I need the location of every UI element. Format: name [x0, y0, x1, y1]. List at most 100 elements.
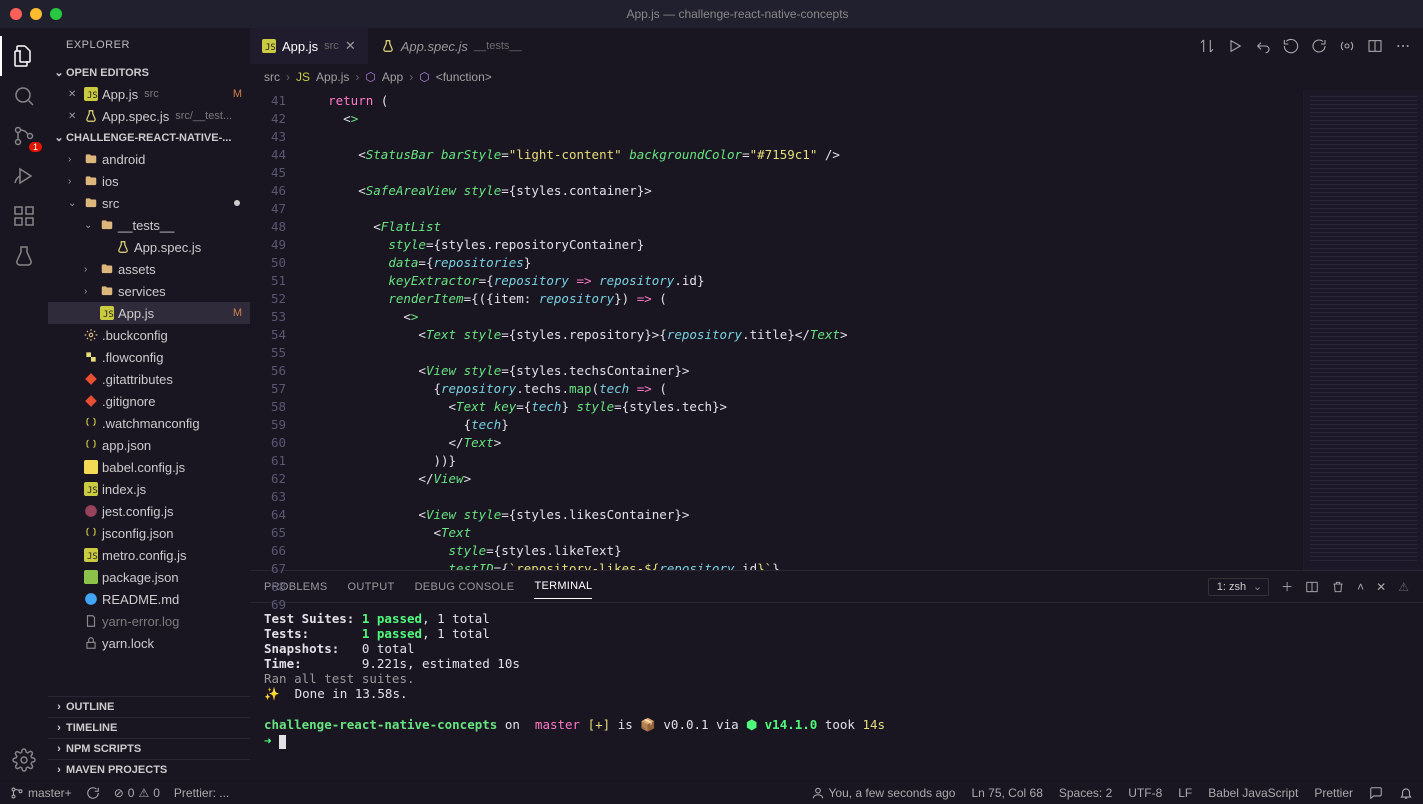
maximize-panel-icon[interactable]: ˄	[1357, 580, 1364, 594]
sidebar: EXPLORER ⌄OPEN EDITORS ✕JSApp.jssrcM✕App…	[48, 28, 250, 780]
section-open-editors-label: OPEN EDITORS	[66, 67, 149, 79]
section-timeline[interactable]: ›TIMELINE	[48, 717, 250, 738]
explorer-icon[interactable]	[0, 36, 48, 76]
folder-item[interactable]: ⌄__tests__	[48, 214, 250, 236]
section-maven-label: MAVEN PROJECTS	[66, 764, 167, 776]
terminal-output[interactable]: Test Suites: 1 passed, 1 total Tests: 1 …	[250, 603, 1423, 780]
settings-gear-icon[interactable]	[0, 740, 48, 780]
file-item[interactable]: .gitattributes	[48, 368, 250, 390]
file-item[interactable]: babel.config.js	[48, 456, 250, 478]
folder-item[interactable]: ›services	[48, 280, 250, 302]
status-eol[interactable]: LF	[1178, 786, 1192, 800]
breadcrumb-1[interactable]: App.js	[316, 70, 349, 84]
more-icon[interactable]	[1395, 38, 1411, 54]
file-item[interactable]: .watchmanconfig	[48, 412, 250, 434]
section-npm-scripts[interactable]: ›NPM SCRIPTS	[48, 738, 250, 759]
split-terminal-icon[interactable]	[1305, 580, 1319, 594]
file-item[interactable]: App.spec.js	[48, 236, 250, 258]
extensions-icon[interactable]	[0, 196, 48, 236]
folder-item[interactable]: ›assets	[48, 258, 250, 280]
section-workspace-label: CHALLENGE-REACT-NATIVE-...	[66, 132, 231, 144]
section-open-editors[interactable]: ⌄OPEN EDITORS	[48, 62, 250, 83]
file-item[interactable]: app.json	[48, 434, 250, 456]
editor-tab[interactable]: JSApp.jssrc✕	[250, 28, 369, 64]
trash-icon[interactable]	[1331, 580, 1345, 594]
status-formatter[interactable]: Prettier	[1314, 786, 1353, 800]
panel-tab-debug[interactable]: DEBUG CONSOLE	[415, 575, 515, 599]
breadcrumb-0[interactable]: src	[264, 70, 280, 84]
status-prettier-left[interactable]: Prettier: ...	[174, 786, 229, 800]
status-sync[interactable]	[86, 786, 100, 800]
folder-item[interactable]: ›android	[48, 148, 250, 170]
close-tab-icon[interactable]: ✕	[345, 38, 356, 54]
breadcrumb-2[interactable]: App	[382, 70, 403, 84]
status-blame[interactable]: You, a few seconds ago	[811, 786, 956, 800]
close-icon[interactable]: ✕	[68, 111, 82, 122]
split-editor-icon[interactable]	[1367, 38, 1383, 54]
test-icon[interactable]	[0, 236, 48, 276]
status-language[interactable]: Babel JavaScript	[1208, 786, 1298, 800]
editor-tab[interactable]: App.spec.js__tests__	[369, 28, 535, 64]
folder-item[interactable]: ›ios	[48, 170, 250, 192]
compare-changes-icon[interactable]	[1199, 38, 1215, 54]
new-terminal-icon[interactable]: ＋	[1281, 578, 1293, 595]
svg-text:JS: JS	[87, 91, 98, 101]
section-npm-label: NPM SCRIPTS	[66, 743, 141, 755]
file-item[interactable]: JSindex.js	[48, 478, 250, 500]
refresh-icon[interactable]	[1311, 38, 1327, 54]
section-outline-label: OUTLINE	[66, 701, 114, 713]
status-branch[interactable]: master+	[10, 786, 72, 800]
code-editor[interactable]: return ( <> <StatusBar barStyle="light-c…	[298, 90, 1303, 570]
folder-item[interactable]: ⌄src	[48, 192, 250, 214]
minimap[interactable]	[1303, 90, 1423, 570]
open-editor-item[interactable]: ✕JSApp.jssrcM	[48, 83, 250, 105]
status-errors: 0	[128, 786, 135, 800]
status-spaces[interactable]: Spaces: 2	[1059, 786, 1112, 800]
status-bar: master+ ⊘0 ⚠0 Prettier: ... You, a few s…	[0, 780, 1423, 804]
editor-tabs: JSApp.jssrc✕App.spec.js__tests__	[250, 28, 1423, 64]
status-problems[interactable]: ⊘0 ⚠0	[114, 786, 160, 800]
window-title: App.js — challenge-react-native-concepts	[62, 7, 1413, 21]
open-editor-item[interactable]: ✕App.spec.jssrc/__test...	[48, 105, 250, 127]
svg-text:JS: JS	[87, 552, 98, 562]
status-cursor[interactable]: Ln 75, Col 68	[971, 786, 1042, 800]
section-outline[interactable]: ›OUTLINE	[48, 696, 250, 717]
loop-icon[interactable]	[1283, 38, 1299, 54]
file-item[interactable]: .flowconfig	[48, 346, 250, 368]
maximize-window-icon[interactable]	[50, 8, 62, 20]
source-control-icon[interactable]: 1	[0, 116, 48, 156]
file-item[interactable]: README.md	[48, 588, 250, 610]
status-encoding[interactable]: UTF-8	[1128, 786, 1162, 800]
file-item[interactable]: .gitignore	[48, 390, 250, 412]
file-item[interactable]: JSmetro.config.js	[48, 544, 250, 566]
status-warnings: 0	[153, 786, 160, 800]
panel-tab-terminal[interactable]: TERMINAL	[534, 574, 592, 599]
title-bar: App.js — challenge-react-native-concepts	[0, 0, 1423, 28]
close-icon[interactable]: ✕	[68, 89, 82, 100]
minimize-window-icon[interactable]	[30, 8, 42, 20]
panel-tab-output[interactable]: OUTPUT	[348, 575, 395, 599]
section-workspace[interactable]: ⌄CHALLENGE-REACT-NATIVE-...	[48, 127, 250, 148]
status-feedback-icon[interactable]	[1369, 786, 1383, 800]
close-window-icon[interactable]	[10, 8, 22, 20]
file-item[interactable]: JSApp.jsM	[48, 302, 250, 324]
file-item[interactable]: package.json	[48, 566, 250, 588]
file-item[interactable]: jest.config.js	[48, 500, 250, 522]
breadcrumb[interactable]: src› JS App.js› ⬡ App› ⬡ <function>	[250, 64, 1423, 90]
activity-bar: 1	[0, 28, 48, 780]
file-item[interactable]: jsconfig.json	[48, 522, 250, 544]
run-debug-icon[interactable]	[0, 156, 48, 196]
file-item[interactable]: .buckconfig	[48, 324, 250, 346]
run-icon[interactable]	[1227, 38, 1243, 54]
live-icon[interactable]	[1339, 38, 1355, 54]
file-item[interactable]: yarn-error.log	[48, 610, 250, 632]
section-maven[interactable]: ›MAVEN PROJECTS	[48, 759, 250, 780]
file-item[interactable]: yarn.lock	[48, 632, 250, 654]
sidebar-title: EXPLORER	[48, 28, 250, 62]
search-icon[interactable]	[0, 76, 48, 116]
go-back-icon[interactable]	[1255, 38, 1271, 54]
status-bell-icon[interactable]	[1399, 786, 1413, 800]
terminal-shell-select[interactable]: 1: zsh	[1208, 578, 1269, 596]
close-panel-icon[interactable]: ✕	[1376, 580, 1386, 594]
breadcrumb-3[interactable]: <function>	[436, 70, 492, 84]
